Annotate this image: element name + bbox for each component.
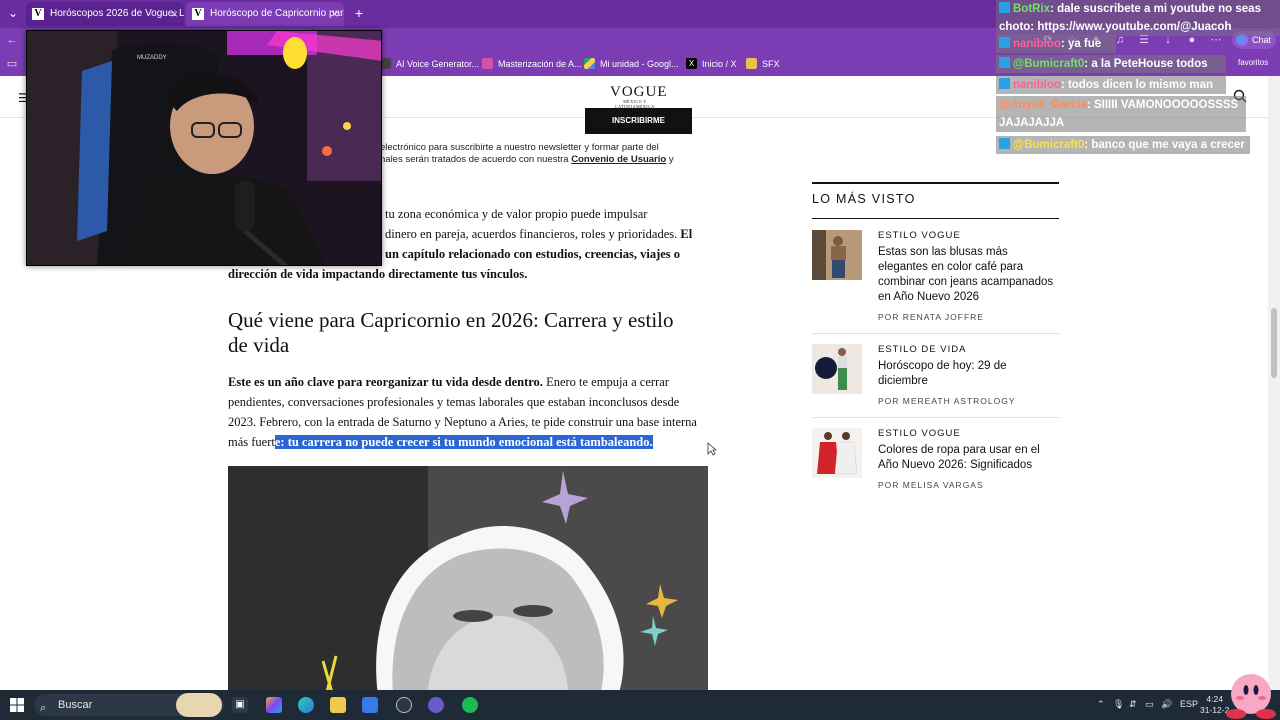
item-headline[interactable]: Horóscopo de hoy: 29 de diciembre	[878, 359, 1059, 389]
streamer-webcam-overlay: MUZADDY	[26, 30, 382, 266]
tab-list-chevron-icon[interactable]: ⌄	[4, 4, 22, 22]
item-headline[interactable]: Colores de ropa para usar en el Año Nuev…	[878, 443, 1059, 473]
selected-text: e: tu carrera no puede crecer si tu mund…	[274, 435, 653, 449]
bookmark-masterizacion[interactable]: Masterización de A...	[482, 57, 582, 71]
kirby-mascot-icon	[1226, 674, 1276, 719]
windows-taskbar: ⌕ Buscar ▣ ⌃ 🎙 ⇵ ▭ 🔊 ESP 4:24 31-12-2	[0, 674, 1280, 720]
divider	[812, 182, 1059, 184]
item-byline: POR RENATA JOFFRE	[878, 312, 984, 322]
chat-message: BotRix: dale suscribete a mi youtube no …	[996, 0, 1280, 36]
search-icon: ⌕	[40, 702, 47, 714]
windows-start-icon[interactable]	[10, 698, 24, 712]
scrollbar-thumb[interactable]	[1271, 308, 1277, 378]
copilot-app-icon[interactable]	[266, 697, 282, 713]
item-category: ESTILO DE VIDA	[878, 344, 967, 355]
chat-message: nanibloo: ya fue	[996, 35, 1116, 53]
chat-button-label: Chat	[1252, 35, 1272, 45]
folder-icon	[746, 58, 757, 69]
item-thumbnail	[812, 428, 862, 478]
spotify-icon[interactable]	[462, 697, 478, 713]
discord-icon[interactable]	[428, 697, 444, 713]
google-drive-icon	[584, 58, 595, 69]
tab-title: Horóscopo de Capricornio para el	[210, 8, 344, 19]
bookmark-x[interactable]: X Inicio / X	[686, 57, 737, 71]
search-placeholder: Buscar	[58, 699, 93, 711]
item-category: ESTILO VOGUE	[878, 428, 961, 439]
item-byline: POR MELISA VARGAS	[878, 480, 984, 490]
bookmark-ai-voice[interactable]: AI Voice Generator...	[380, 57, 479, 71]
swan-widget-icon[interactable]	[176, 693, 222, 717]
masterizacion-favicon-icon	[482, 58, 493, 69]
vogue-favicon-icon: V	[192, 8, 204, 20]
article-paragraph: Este es un año clave para reorganizar tu…	[228, 375, 697, 449]
tab-horoscopo-capricornio[interactable]: V Horóscopo de Capricornio para el ×	[186, 2, 344, 26]
microphone-icon[interactable]: 🎙	[1113, 699, 1124, 710]
bookmark-google-drive[interactable]: Mi unidad - Googl...	[584, 57, 679, 71]
item-thumbnail	[812, 230, 862, 280]
collections-icon[interactable]: ▭	[4, 56, 20, 72]
mouse-cursor-icon	[707, 442, 717, 456]
user-badge-icon	[999, 57, 1010, 68]
new-tab-button[interactable]: +	[350, 4, 368, 22]
microsoft-store-icon[interactable]	[362, 697, 378, 713]
bot-badge-icon	[999, 2, 1010, 13]
vogue-logo[interactable]: VOGUE MÉXICO Y LATINOAMÉRICA	[610, 85, 667, 110]
item-category: ESTILO VOGUE	[878, 230, 961, 241]
monitor-icon[interactable]: ▭	[1145, 699, 1154, 710]
article-subheading: Qué viene para Capricornio en 2026: Carr…	[228, 308, 674, 357]
item-headline[interactable]: Estas son las blusas más elegantes en co…	[878, 245, 1059, 305]
tab-horoscopos-2026[interactable]: V Horóscopos 2026 de Vogue: Las p ×	[26, 2, 184, 26]
task-view-icon[interactable]: ▣	[232, 697, 248, 713]
user-badge-icon	[999, 37, 1010, 48]
newsletter-disclaimer: electrónico para suscribirte a nuestro n…	[380, 142, 674, 165]
close-tab-icon[interactable]: ×	[171, 2, 178, 26]
user-badge-icon	[999, 78, 1010, 89]
tab-title: Horóscopos 2026 de Vogue: Las p	[50, 8, 184, 19]
language-indicator[interactable]: ESP	[1180, 699, 1198, 709]
back-arrow-icon[interactable]: ←	[4, 32, 20, 48]
file-explorer-icon[interactable]	[330, 697, 346, 713]
network-icon[interactable]: ⇵	[1129, 699, 1137, 710]
edge-browser-icon[interactable]	[298, 697, 314, 713]
divider	[812, 218, 1059, 219]
clock-app-icon[interactable]	[396, 697, 412, 713]
close-tab-icon[interactable]: ×	[331, 2, 338, 26]
subscribe-button[interactable]: INSCRIBIRME	[585, 108, 692, 134]
chair-brand-logo: MUZADDY	[137, 55, 167, 61]
tray-chevron-up-icon[interactable]: ⌃	[1097, 699, 1105, 710]
sidebar-title: LO MÁS VISTO	[812, 192, 916, 206]
chat-message: nanibloo: todos dicen lo mismo man	[996, 76, 1226, 94]
bookmark-sfx[interactable]: SFX	[746, 57, 780, 71]
x-logo-icon: X	[686, 58, 697, 69]
chat-message: @Anyeli_Garcia: SIIIII VAMONOOOOOSSSS JA…	[996, 96, 1246, 132]
divider	[812, 333, 1059, 334]
volume-icon[interactable]: 🔊	[1161, 699, 1172, 710]
chat-message: @Bumicraft0: banco que me vaya a crecer	[996, 136, 1250, 154]
favorites-link[interactable]: favoritos	[1238, 58, 1268, 67]
article-image-marilyn	[228, 466, 708, 690]
item-thumbnail	[812, 344, 862, 394]
divider	[812, 417, 1059, 418]
user-agreement-link[interactable]: Convenio de Usuario	[571, 154, 666, 165]
vogue-favicon-icon: V	[32, 8, 44, 20]
item-byline: POR MEREATH ASTROLOGY	[878, 396, 1016, 406]
user-badge-icon	[999, 138, 1010, 149]
page-scrollbar[interactable]	[1268, 76, 1280, 690]
chat-message: @Bumicraft0: a la PeteHouse todos	[996, 55, 1226, 73]
